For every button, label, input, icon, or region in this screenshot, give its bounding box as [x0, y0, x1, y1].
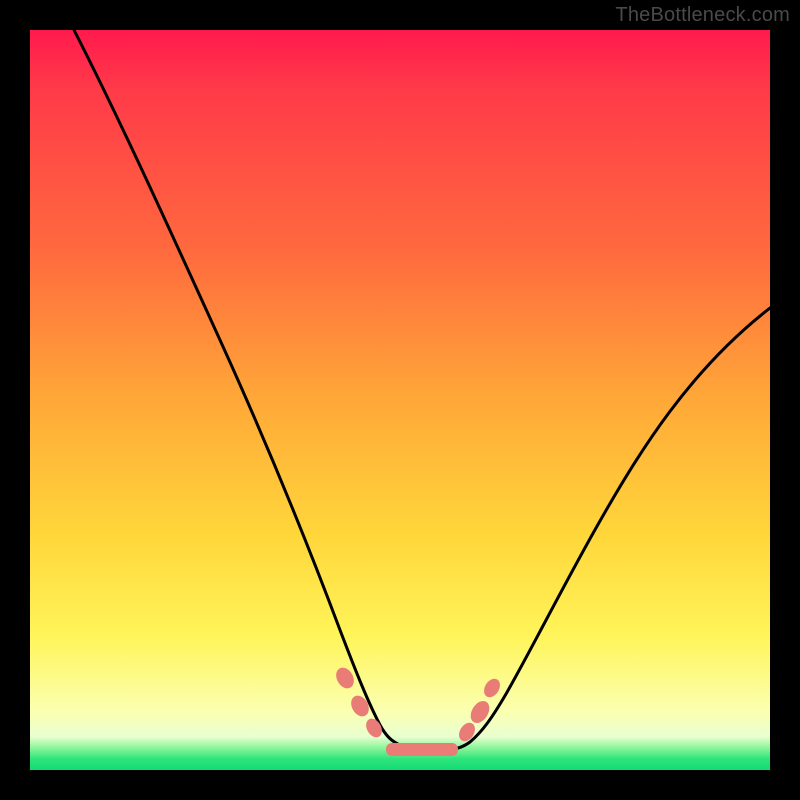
bottleneck-curve-path [74, 30, 770, 750]
bottleneck-curve-svg [30, 30, 770, 770]
chart-frame: TheBottleneck.com [0, 0, 800, 800]
plot-area [30, 30, 770, 770]
watermark-text: TheBottleneck.com [615, 4, 790, 27]
trough-markers [333, 664, 504, 756]
